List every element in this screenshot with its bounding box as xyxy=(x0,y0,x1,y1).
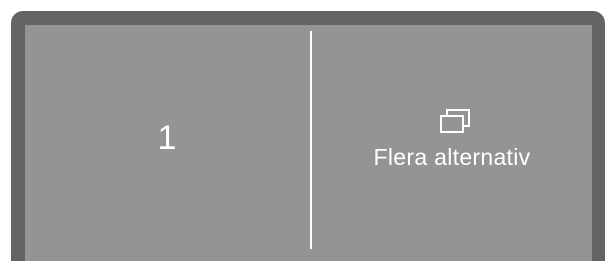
selection-panel: 1 Flera alternativ xyxy=(25,25,592,261)
multiple-windows-icon xyxy=(440,108,470,133)
option-value-button[interactable]: 1 xyxy=(25,25,310,261)
more-options-label: Flera alternativ xyxy=(373,143,531,170)
option-value-text: 1 xyxy=(157,118,178,157)
more-options-button[interactable]: Flera alternativ xyxy=(312,25,592,261)
